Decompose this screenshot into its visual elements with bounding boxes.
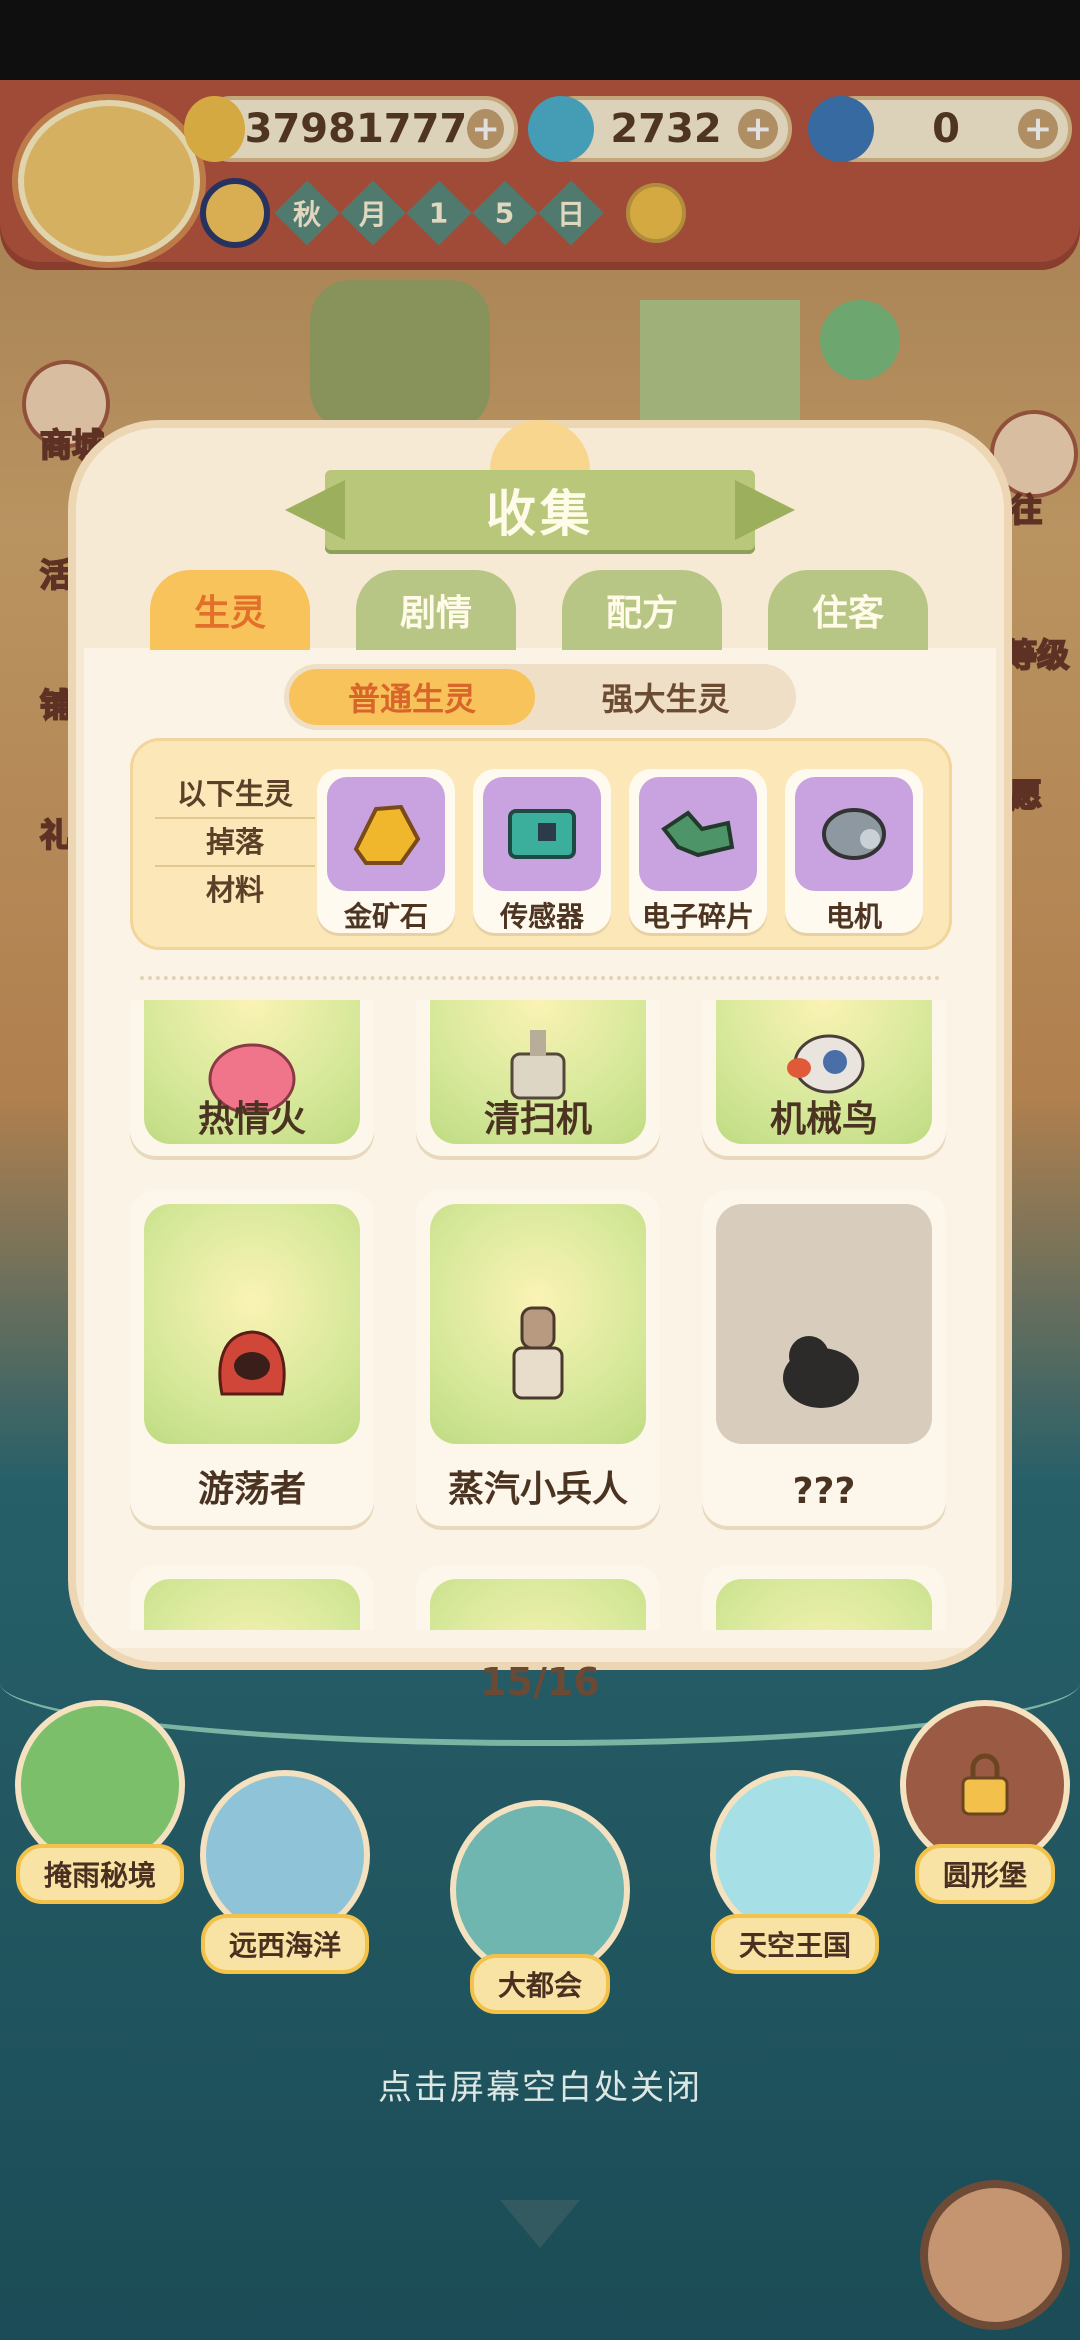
- unknown-creature-silhouette-icon: [769, 1324, 879, 1428]
- material-name: 电机: [825, 900, 882, 933]
- tab-story[interactable]: 剧情: [356, 570, 516, 650]
- region-item[interactable]: 远西海洋: [190, 1770, 380, 1974]
- creature-card[interactable]: 蒸汽小兵人: [416, 1190, 660, 1526]
- drop-materials-box: 以下生灵 掉落 材料 金矿石 传感器 电子碎片 电机: [130, 738, 952, 950]
- region-item-selected[interactable]: 大都会: [440, 1800, 640, 2014]
- drop-label-line: 以下生灵: [155, 771, 315, 819]
- creature-type-toggle: 普通生灵 强大生灵: [284, 664, 796, 730]
- electronic-scrap-icon: [639, 777, 757, 891]
- drop-label-line: 材料: [205, 873, 264, 907]
- collection-tabs: 生灵 剧情 配方 住客: [150, 570, 928, 650]
- creature-name: 游荡者: [197, 1469, 306, 1510]
- region-item[interactable]: 掩雨秘境: [10, 1700, 190, 1904]
- creature-card[interactable]: 机械鸟: [702, 1000, 946, 1156]
- region-item[interactable]: 天空王国: [700, 1770, 890, 1974]
- region-label: 天空王国: [710, 1914, 879, 1974]
- material-item[interactable]: 金矿石: [317, 769, 455, 933]
- creature-card-locked[interactable]: ???: [702, 1190, 946, 1526]
- region-label: 远西海洋: [200, 1914, 369, 1974]
- material-item[interactable]: 电子碎片: [629, 769, 767, 933]
- status-bar: [0, 0, 1080, 80]
- divider: [140, 976, 940, 980]
- motor-icon: [795, 777, 913, 891]
- creature-name: 蒸汽小兵人: [447, 1469, 628, 1510]
- panel-title-banner: 收集: [325, 470, 755, 550]
- close-hint: 点击屏幕空白处关闭: [378, 2068, 702, 2108]
- strong-creatures-toggle[interactable]: 强大生灵: [535, 674, 796, 720]
- yarn-ball-icon[interactable]: [920, 2180, 1070, 2330]
- region-label: 圆形堡: [914, 1844, 1055, 1904]
- wanderer-icon: [202, 1324, 302, 1428]
- material-name: 传感器: [499, 900, 584, 933]
- creature-grid[interactable]: 热情火 清扫机 机械鸟 游荡者 蒸汽小兵人 ???: [76, 1000, 1004, 1630]
- material-item[interactable]: 电机: [785, 769, 923, 933]
- material-name: 金矿石: [343, 900, 428, 933]
- creature-name: ???: [792, 1471, 856, 1512]
- creature-card[interactable]: 游荡者: [130, 1190, 374, 1526]
- normal-creatures-toggle[interactable]: 普通生灵: [289, 669, 535, 725]
- sensor-chip-icon: [483, 777, 601, 891]
- tab-creatures[interactable]: 生灵: [150, 570, 310, 650]
- creature-card[interactable]: 热情火: [130, 1000, 374, 1156]
- material-item[interactable]: 传感器: [473, 769, 611, 933]
- tab-recipes[interactable]: 配方: [562, 570, 722, 650]
- metropolis-region-icon: [450, 1800, 630, 1980]
- gold-ore-icon: [327, 777, 445, 891]
- region-label: 大都会: [469, 1954, 610, 2014]
- steam-soldier-icon: [498, 1304, 578, 1428]
- drop-label-line: 掉落: [155, 819, 315, 867]
- material-name: 电子碎片: [641, 900, 754, 933]
- panel-title: 收集: [486, 485, 594, 543]
- tab-residents[interactable]: 住客: [768, 570, 928, 650]
- region-label: 掩雨秘境: [15, 1844, 184, 1904]
- creature-name: 热情火: [197, 1099, 306, 1140]
- creature-card[interactable]: 清扫机: [416, 1000, 660, 1156]
- drop-label: 以下生灵 掉落 材料: [155, 771, 315, 913]
- chevron-down-icon[interactable]: [500, 2200, 580, 2248]
- creature-name: 机械鸟: [769, 1099, 878, 1140]
- region-item-locked[interactable]: 圆形堡: [895, 1700, 1075, 1904]
- creature-name: 清扫机: [483, 1099, 592, 1140]
